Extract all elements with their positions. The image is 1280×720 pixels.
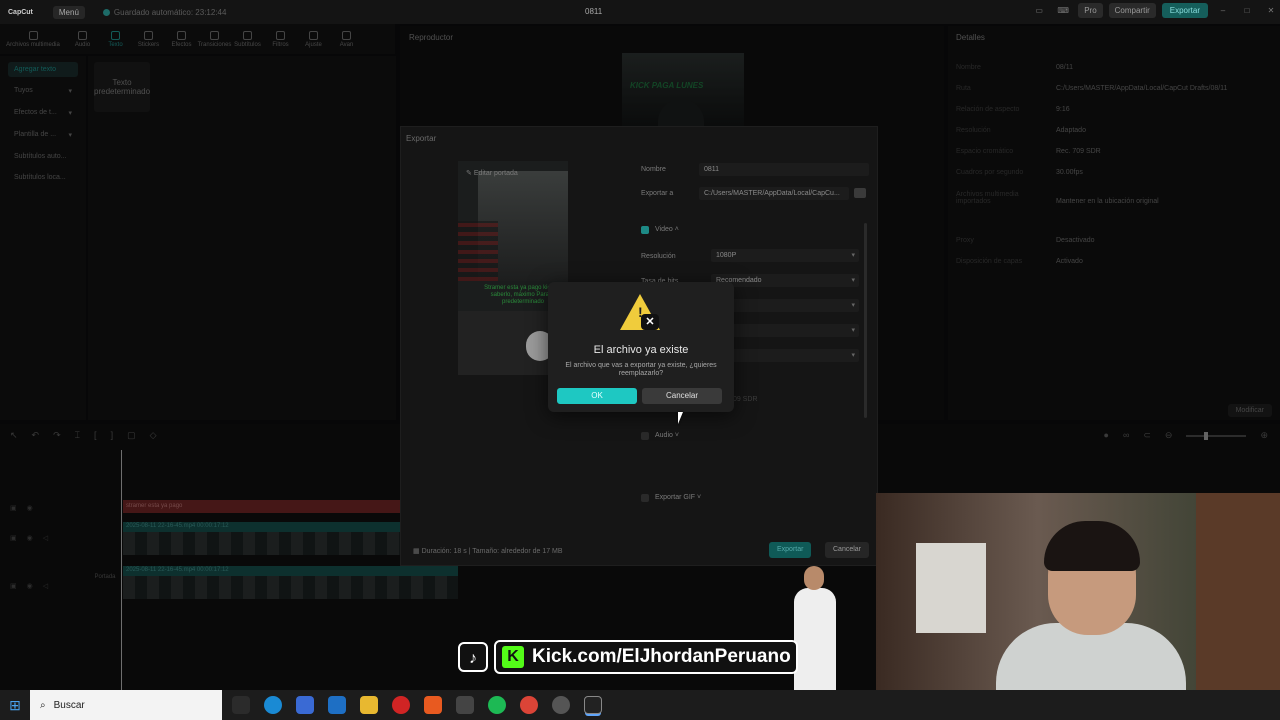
chevron-down-icon: ▾	[851, 352, 855, 359]
search-placeholder: Buscar	[53, 699, 85, 711]
resolution-select[interactable]: 1080P ▾	[711, 249, 859, 262]
app-icon[interactable]	[456, 696, 474, 714]
kick-link-text: Kick.com/ElJhordanPeruano	[532, 646, 791, 667]
taskbar-search[interactable]: ⌕ Buscar	[30, 690, 222, 720]
menu-button[interactable]: Menú	[52, 5, 85, 19]
cloud-icon	[102, 8, 110, 16]
project-title: 0811	[585, 7, 603, 16]
folder-icon[interactable]	[854, 188, 866, 198]
edge-icon[interactable]	[264, 696, 282, 714]
film-icon: ▦	[413, 548, 422, 555]
close-icon[interactable]: ✕	[1262, 6, 1280, 15]
app-logo: CapCut	[8, 8, 33, 16]
webcam-person-hair	[1044, 521, 1140, 571]
name-row: Nombre 0811	[641, 163, 869, 176]
audio-label: Audio	[655, 432, 673, 439]
shortcut-icon[interactable]: ⌨	[1054, 6, 1072, 15]
gif-label: Exportar GIF	[655, 494, 696, 501]
name-label: Nombre	[641, 166, 666, 173]
footer-text: Duración: 18 s | Tamaño: alrededor de 17…	[421, 548, 563, 555]
file-exists-dialog: ! ✕ El archivo ya existe El archivo que …	[548, 282, 734, 412]
chevron-down-icon: ▾	[851, 327, 855, 334]
windows-taskbar: ⊞ ⌕ Buscar	[0, 690, 1280, 720]
export-scrollbar[interactable]	[864, 223, 867, 418]
taskbar-apps	[232, 696, 602, 714]
spotify-icon[interactable]	[488, 696, 506, 714]
task-view-icon[interactable]	[232, 696, 250, 714]
search-icon: ⌕	[40, 699, 46, 711]
path-label: Exportar a	[641, 190, 674, 197]
chevron-down-icon: ▾	[851, 252, 855, 259]
minimize-icon[interactable]: –	[1214, 6, 1232, 15]
obs-icon[interactable]	[552, 696, 570, 714]
footballer-body	[794, 588, 836, 690]
webcam-overlay	[876, 493, 1280, 690]
resolution-value: 1080P	[716, 252, 737, 259]
autosave-text: Guardado automático: 23:12:44	[113, 7, 227, 17]
gif-section-label: Exportar GIF ˅	[655, 494, 702, 501]
title-bar: CapCut Menú Guardado automático: 23:12:4…	[0, 0, 1280, 24]
name-input[interactable]: 0811	[699, 163, 869, 176]
webcam-box-background	[916, 543, 986, 633]
ok-button[interactable]: OK	[557, 388, 637, 404]
export-footer: ▦ Duración: 18 s | Tamaño: alrededor de …	[413, 547, 563, 555]
titlebar-actions: ▭ ⌨ Pro Compartir Exportar – □ ✕	[1030, 3, 1280, 18]
windows-start-icon[interactable]: ⊞	[0, 697, 30, 714]
brave-icon[interactable]	[424, 696, 442, 714]
pro-button[interactable]: Pro	[1078, 3, 1103, 18]
export-cancel-button[interactable]: Cancelar	[825, 542, 870, 558]
export-confirm-button[interactable]: Exportar	[769, 542, 812, 558]
color-space-value: 09 SDR	[733, 396, 758, 403]
chevron-down-icon: ▾	[851, 277, 855, 284]
share-button[interactable]: Compartir	[1108, 3, 1156, 18]
video-checkbox[interactable]	[641, 226, 649, 234]
edit-cover-button[interactable]: ✎ Editar portada	[466, 169, 518, 177]
gif-checkbox[interactable]	[641, 494, 649, 502]
maximize-icon[interactable]: □	[1238, 6, 1256, 15]
layout-icon[interactable]: ▭	[1030, 6, 1048, 15]
webcam-shelf-background	[1196, 493, 1280, 690]
outlook-icon[interactable]	[328, 696, 346, 714]
capcut-taskbar-icon[interactable]	[584, 696, 602, 714]
footballer-head	[804, 566, 824, 590]
pencil-icon: ✎	[466, 170, 474, 177]
opera-icon[interactable]	[392, 696, 410, 714]
export-button[interactable]: Exportar	[1161, 3, 1208, 18]
cover-keyboard	[458, 221, 498, 281]
cancel-button[interactable]: Cancelar	[642, 388, 722, 404]
path-input[interactable]: C:/Users/MASTER/AppData/Local/CapCu...	[699, 187, 849, 200]
kick-link-box: K Kick.com/ElJhordanPeruano	[494, 640, 798, 674]
audio-section-label: Audio ˅	[655, 432, 679, 439]
dialog-title: El archivo ya existe	[593, 344, 689, 356]
path-row: Exportar a C:/Users/MASTER/AppData/Local/…	[641, 187, 869, 200]
kick-banner: ♪ K Kick.com/ElJhordanPeruano	[458, 640, 798, 674]
chevron-down-icon: ▾	[851, 302, 855, 309]
capcut-logo-icon: ✕	[641, 314, 659, 330]
file-explorer-icon[interactable]	[360, 696, 378, 714]
export-title: Exportar	[406, 134, 437, 143]
capcut-window: CapCut Menú Guardado automático: 23:12:4…	[0, 0, 1280, 720]
edit-cover-label: Editar portada	[473, 170, 518, 177]
dialog-message: El archivo que vas a exportar ya existe,…	[565, 362, 717, 377]
video-section-label: Video ˄	[655, 226, 679, 233]
chrome-icon[interactable]	[520, 696, 538, 714]
tiktok-icon: ♪	[458, 642, 488, 672]
video-label: Video	[655, 226, 673, 233]
autosave-status: Guardado automático: 23:12:44	[102, 7, 227, 17]
store-icon[interactable]	[296, 696, 314, 714]
kick-logo-icon: K	[502, 646, 524, 668]
audio-checkbox[interactable]	[641, 432, 649, 440]
mouse-cursor-icon	[678, 412, 683, 424]
resolution-label: Resolución	[641, 253, 676, 260]
